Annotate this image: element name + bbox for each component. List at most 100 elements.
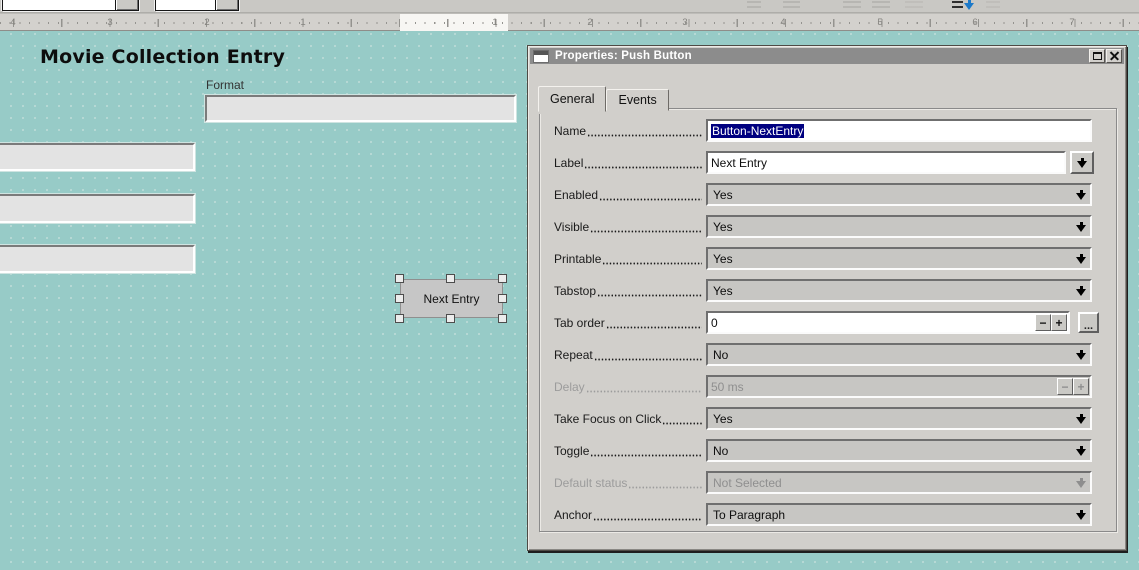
- prop-row-tabstop: Tabstop Yes: [554, 279, 1116, 302]
- close-button[interactable]: [1106, 49, 1122, 63]
- default-status-label: Default status: [554, 471, 706, 494]
- prop-row-default-status: Default status Not Selected: [554, 471, 1116, 494]
- resize-handle-sw[interactable]: [395, 314, 404, 323]
- tab-events[interactable]: Events: [606, 89, 669, 111]
- chevron-down-icon: [1076, 446, 1087, 456]
- tab-general[interactable]: General: [538, 86, 607, 112]
- chevron-down-icon: [1076, 254, 1087, 264]
- ruler-number: 4: [780, 17, 786, 28]
- prop-row-toggle: Toggle No: [554, 439, 1116, 462]
- label-input[interactable]: Next Entry: [706, 151, 1066, 174]
- toggle-label: Toggle: [554, 439, 706, 462]
- chevron-down-icon: [1076, 157, 1088, 168]
- anchor-dropdown[interactable]: To Paragraph: [706, 503, 1092, 526]
- prop-row-visible: Visible Yes: [554, 215, 1116, 238]
- format-text-field[interactable]: [205, 95, 516, 122]
- chevron-down-icon[interactable]: [215, 0, 238, 10]
- prop-row-printable: Printable Yes: [554, 247, 1116, 270]
- tabstop-label: Tabstop: [554, 279, 706, 302]
- anchor-label: Anchor: [554, 503, 706, 526]
- decrement-button[interactable]: −: [1035, 314, 1051, 331]
- ruler-number: 5: [877, 17, 883, 28]
- chevron-down-icon: [1076, 222, 1087, 232]
- dialog-titlebar[interactable]: Properties: Push Button: [530, 48, 1124, 64]
- application-window: 4 3 2 1 1 2 3 4 5 6 7 Movie Collection Entry Forma…: [0, 0, 1139, 570]
- paragraph-format-icon[interactable]: [872, 1, 890, 9]
- resize-handle-e[interactable]: [498, 294, 507, 303]
- ruler-number: 2: [204, 17, 210, 28]
- label-dropdown-button[interactable]: [1070, 151, 1094, 174]
- ruler-number: 2: [587, 17, 593, 28]
- general-tab-panel: Name Button-NextEntry Label Next Entry E…: [539, 108, 1117, 532]
- prop-row-anchor: Anchor To Paragraph: [554, 503, 1116, 526]
- formatting-toolbar: [0, 0, 1139, 13]
- name-label: Name: [554, 119, 706, 142]
- properties-dialog: Properties: Push Button General Events N…: [527, 45, 1127, 551]
- prop-row-take-focus: Take Focus on Click Yes: [554, 407, 1116, 430]
- increment-button[interactable]: +: [1051, 314, 1067, 331]
- form-title: Movie Collection Entry: [40, 46, 286, 68]
- maximize-button[interactable]: [1089, 49, 1105, 63]
- resize-handle-se[interactable]: [498, 314, 507, 323]
- default-status-dropdown: Not Selected: [706, 471, 1092, 494]
- enabled-label: Enabled: [554, 183, 706, 206]
- paragraph-format-icon[interactable]: [747, 1, 761, 9]
- window-icon: [534, 50, 548, 62]
- repeat-label: Repeat: [554, 343, 706, 366]
- delay-label: Delay: [554, 375, 706, 398]
- chevron-down-icon: [1076, 286, 1087, 296]
- printable-dropdown[interactable]: Yes: [706, 247, 1092, 270]
- ruler-ticks-mid: [0, 19, 1139, 27]
- chevron-down-icon: [1076, 414, 1087, 424]
- chevron-down-icon: [1076, 510, 1087, 520]
- increment-button: +: [1073, 378, 1089, 395]
- next-entry-button[interactable]: Next Entry: [400, 279, 503, 318]
- form-text-field[interactable]: [0, 143, 195, 171]
- horizontal-ruler[interactable]: 4 3 2 1 1 2 3 4 5 6 7: [0, 13, 1139, 31]
- dialog-tabs: General Events: [538, 83, 669, 112]
- ruler-number: 6: [972, 17, 978, 28]
- resize-handle-n[interactable]: [446, 274, 455, 283]
- form-text-field[interactable]: [0, 194, 195, 223]
- resize-handle-ne[interactable]: [498, 274, 507, 283]
- repeat-dropdown[interactable]: No: [706, 343, 1092, 366]
- prop-row-enabled: Enabled Yes: [554, 183, 1116, 206]
- chevron-down-icon: [1076, 478, 1087, 488]
- enabled-dropdown[interactable]: Yes: [706, 183, 1092, 206]
- visible-label: Visible: [554, 215, 706, 238]
- ruler-number: 7: [1069, 17, 1075, 28]
- prop-row-tab-order: Tab order 0 − + ...: [554, 311, 1116, 334]
- chevron-down-icon: [1076, 190, 1087, 200]
- tab-order-input[interactable]: 0 − +: [706, 311, 1070, 334]
- prop-row-name: Name Button-NextEntry: [554, 119, 1116, 142]
- take-focus-label: Take Focus on Click: [554, 407, 706, 430]
- line-spacing-icon[interactable]: [952, 0, 978, 11]
- font-name-combo[interactable]: [2, 0, 139, 11]
- paragraph-format-icon[interactable]: [986, 1, 1000, 9]
- visible-dropdown[interactable]: Yes: [706, 215, 1092, 238]
- chevron-down-icon[interactable]: [115, 0, 138, 10]
- prop-row-repeat: Repeat No: [554, 343, 1116, 366]
- paragraph-format-icon[interactable]: [905, 1, 923, 9]
- name-input[interactable]: Button-NextEntry: [706, 119, 1092, 142]
- tab-order-more-button[interactable]: ...: [1078, 312, 1099, 333]
- paragraph-format-icon[interactable]: [783, 1, 800, 9]
- ruler-number: 3: [682, 17, 688, 28]
- prop-row-label: Label Next Entry: [554, 151, 1116, 174]
- form-design-canvas[interactable]: Movie Collection Entry Format Next Entry…: [0, 31, 1139, 570]
- ruler-number: 1: [300, 17, 306, 28]
- tabstop-dropdown[interactable]: Yes: [706, 279, 1092, 302]
- font-size-combo[interactable]: [155, 0, 239, 11]
- ruler-number: 4: [10, 17, 16, 28]
- form-text-field[interactable]: [0, 245, 195, 273]
- toggle-dropdown[interactable]: No: [706, 439, 1092, 462]
- delay-input: 50 ms − +: [706, 375, 1092, 398]
- format-label: Format: [206, 78, 245, 92]
- chevron-down-icon: [1076, 350, 1087, 360]
- resize-handle-nw[interactable]: [395, 274, 404, 283]
- resize-handle-w[interactable]: [395, 294, 404, 303]
- paragraph-format-icon[interactable]: [843, 1, 861, 9]
- resize-handle-s[interactable]: [446, 314, 455, 323]
- take-focus-dropdown[interactable]: Yes: [706, 407, 1092, 430]
- ruler-number: 3: [107, 17, 113, 28]
